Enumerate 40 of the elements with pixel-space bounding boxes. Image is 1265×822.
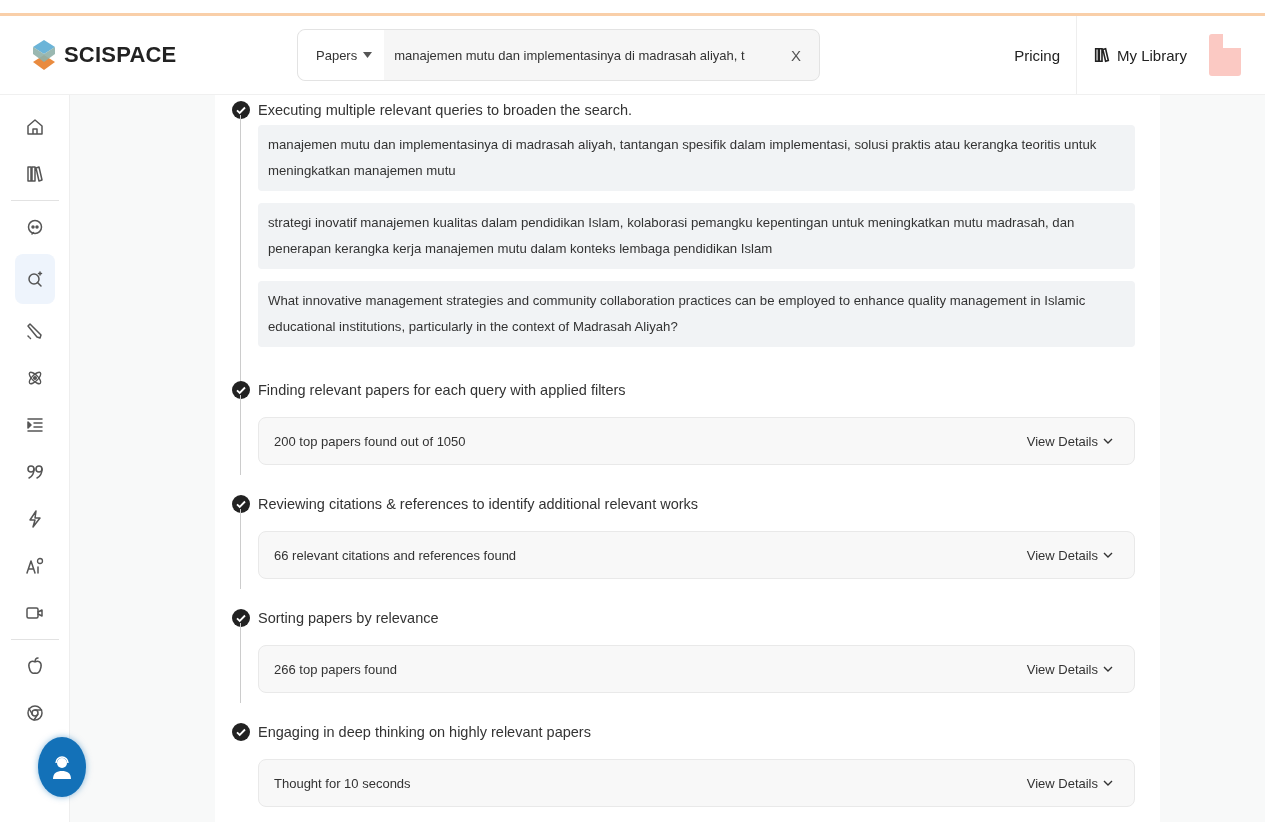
caret-icon <box>363 52 373 58</box>
search-field[interactable]: Papers manajemen mutu dan implementasinya di madrasah aliyah, t X <box>297 29 820 81</box>
summary-text: 200 top papers found out of 1050 <box>274 433 466 449</box>
view-details-button[interactable]: View Details <box>1020 546 1119 564</box>
sidebar-item[interactable] <box>14 254 55 304</box>
books-icon <box>1093 46 1111 64</box>
home-icon <box>24 117 45 137</box>
clear-button[interactable]: X <box>773 30 819 80</box>
search-query: manajemen mutu dan implementasinya di madrasah aliyah, t <box>393 46 746 65</box>
support-agent-icon <box>51 755 73 779</box>
logo-icon <box>32 39 56 71</box>
view-details-button[interactable]: View Details <box>1020 432 1119 450</box>
summary-text: 266 top papers found <box>274 661 397 677</box>
query-text: strategi inovatif manajemen kualitas dalam pendidikan Islam, kolaborasi pemangku kepentingan untuk meningkatkan mutu madrasah, dan penerapan kerangka kerja manajemen mutu dalam konteks lembaga pendidikan Islam <box>258 203 1135 269</box>
step-title: Finding relevant papers for each query with applied filters <box>258 382 626 398</box>
chevron-down-icon <box>1103 552 1113 558</box>
support-button[interactable] <box>38 737 86 797</box>
quote-icon <box>24 462 45 482</box>
pen-icon <box>24 321 45 341</box>
summary-text: Thought for 10 seconds <box>274 775 411 791</box>
chevron-down-icon <box>1103 438 1113 444</box>
step-title: Reviewing citations & references to identify additional relevant works <box>258 496 699 512</box>
view-details-button[interactable]: View Details <box>1020 660 1119 678</box>
step-title: Engaging in deep thinking on highly relevant papers <box>258 724 591 740</box>
scope-dropdown[interactable]: Papers <box>298 30 385 80</box>
chevron-down-icon <box>1103 666 1113 672</box>
ai-search-icon <box>24 556 45 576</box>
summary-text: 66 relevant citations and references found <box>274 547 517 563</box>
list-icon <box>24 415 45 435</box>
step-title: Executing multiple relevant queries to broaden the search. <box>258 102 632 118</box>
brand-name: SCISPACE <box>64 42 177 68</box>
books-icon <box>24 164 45 184</box>
library-link[interactable]: My Library <box>1076 16 1203 94</box>
step-title: Sorting papers by relevance <box>258 610 439 626</box>
query-text: manajemen mutu dan implementasinya di madrasah aliyah, tantangan spesifik dalam implementasi, solusi praktis atau kerangka teoritis untuk meningkatkan manajemen mutu <box>258 125 1135 191</box>
pricing-link[interactable]: Pricing <box>998 16 1076 94</box>
browser-logo-icon <box>24 703 45 723</box>
view-details-button[interactable]: View Details <box>1020 774 1119 792</box>
query-text: What innovative management strategies and community collaboration practices can be employed to enhance quality management in Islamic educational institutions, particularly in the context of Madrasah Aliyah? <box>258 281 1135 347</box>
chevron-down-icon <box>1103 780 1113 786</box>
